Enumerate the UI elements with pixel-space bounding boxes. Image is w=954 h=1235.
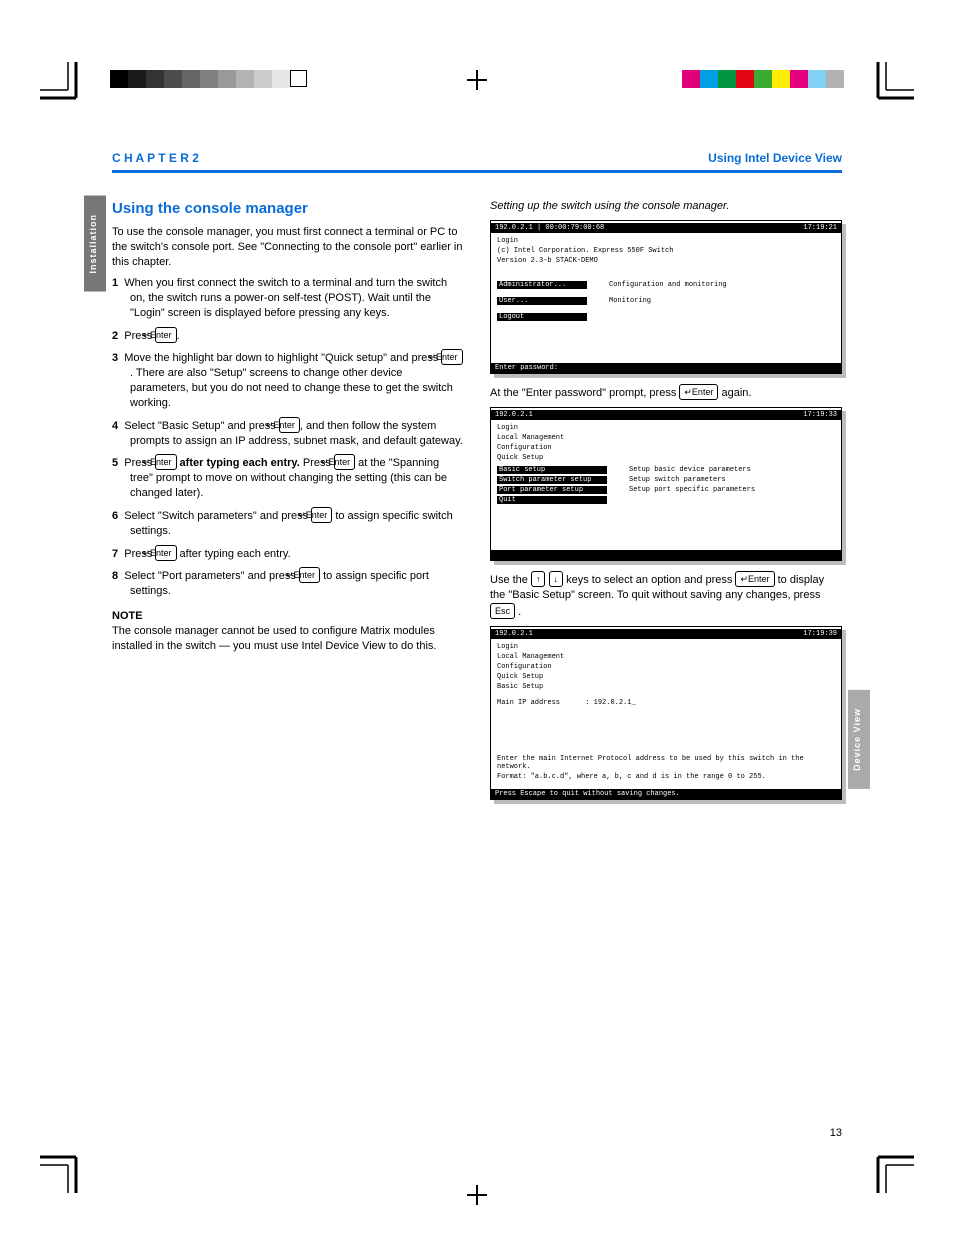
crop-mark-bl (40, 1153, 80, 1193)
header-rule (112, 170, 842, 173)
menu-item[interactable]: Port parameter setup (497, 486, 607, 494)
color-swatches (682, 70, 844, 88)
enter-key-icon: ↵Enter (155, 545, 176, 561)
section-title: Using Intel Device View (708, 150, 842, 166)
enter-key-icon: ↵Enter (299, 567, 320, 583)
enter-key-icon: ↵Enter (311, 507, 332, 523)
grayscale-swatches (110, 70, 307, 88)
status-bar: Press Escape to quit without saving chan… (491, 789, 841, 799)
section-heading: Using the console manager (112, 199, 464, 219)
enter-key-icon: ↵Enter (334, 454, 355, 470)
status-bar: Enter password: (491, 363, 841, 373)
note-text: The console manager cannot be used to co… (112, 624, 464, 654)
step-3: 3 Move the highlight bar down to highlig… (112, 349, 464, 410)
intro-paragraph: To use the console manager, you must fir… (112, 225, 464, 270)
up-key-icon: ↑ (531, 571, 546, 587)
step-4: 4 Select "Basic Setup" and press ↵Enter,… (112, 417, 464, 449)
enter-key-icon: ↵Enter (679, 384, 718, 400)
page-number: 13 (830, 1126, 842, 1141)
menu-item[interactable]: Logout (497, 313, 587, 321)
instruction-a: At the "Enter password" prompt, press ↵E… (490, 384, 842, 401)
down-key-icon: ↓ (549, 571, 564, 587)
enter-key-icon: ↵Enter (155, 454, 176, 470)
page: C H A P T E R 2 Using Intel Device View … (112, 150, 842, 1115)
right-column: Setting up the switch using the console … (490, 199, 842, 810)
crop-mark-tr (874, 62, 914, 102)
step-6: 6 Select "Switch parameters" and press ↵… (112, 507, 464, 539)
instruction-b: Use the ↑ ↓ keys to select an option and… (490, 571, 842, 620)
note-label: NOTE (112, 610, 143, 622)
crop-mark-tl (40, 62, 80, 102)
note-block: NOTE The console manager cannot be used … (112, 609, 464, 654)
terminal-screenshot-login: 192.0.2.1 | 00:00:79:00:6817:19:21 Login… (490, 220, 842, 374)
page-header: C H A P T E R 2 Using Intel Device View (112, 150, 842, 166)
enter-key-icon: ↵Enter (155, 327, 176, 343)
terminal-screenshot-basicsetup: 192.0.2.117:19:39 Login Local Management… (490, 626, 842, 801)
enter-key-icon: ↵Enter (735, 571, 774, 587)
left-column: Using the console manager To use the con… (112, 199, 464, 810)
terminal-screenshot-quicksetup: 192.0.2.117:19:33 Login Local Management… (490, 407, 842, 561)
menu-item[interactable]: Switch parameter setup (497, 476, 607, 484)
step-7: 7 Press ↵Enter after typing each entry. (112, 545, 464, 562)
menu-item[interactable]: Administrator... (497, 281, 587, 289)
step-5: 5 Press ↵Enter after typing each entry. … (112, 454, 464, 501)
side-tab-installation: Installation (84, 196, 106, 292)
enter-key-icon: ↵Enter (441, 349, 462, 365)
registration-crosshair (467, 1185, 487, 1205)
step-1: 1 When you first connect the switch to a… (112, 276, 464, 321)
esc-key-icon: Esc (490, 603, 515, 619)
step-2: 2 Press ↵Enter. (112, 327, 464, 344)
registration-crosshair (467, 70, 487, 90)
enter-key-icon: ↵Enter (279, 417, 300, 433)
step-8: 8 Select "Port parameters" and press ↵En… (112, 567, 464, 599)
menu-item[interactable]: User... (497, 297, 587, 305)
crop-mark-br (874, 1153, 914, 1193)
menu-item[interactable]: Quit (497, 496, 607, 504)
menu-item[interactable]: Basic setup (497, 466, 607, 474)
status-bar (491, 550, 841, 560)
screenshot-caption: Setting up the switch using the console … (490, 199, 842, 214)
side-tab-deviceview: Device View (848, 690, 870, 789)
chapter-label: C H A P T E R 2 (112, 150, 199, 166)
